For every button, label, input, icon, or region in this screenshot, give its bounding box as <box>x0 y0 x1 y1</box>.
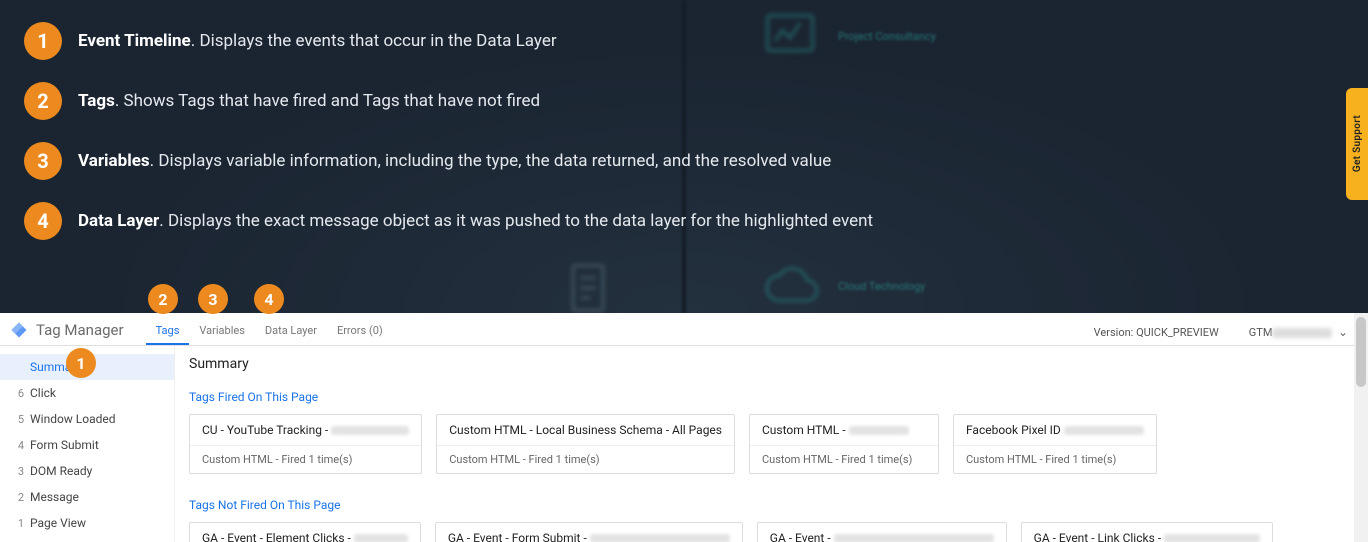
sidebar-idx: 6 <box>10 387 24 400</box>
tab-tags[interactable]: Tags <box>146 324 190 345</box>
redacted-text <box>1164 534 1260 542</box>
notfired-cards: GA - Event - Element Clicks - Google Ana… <box>189 522 1354 542</box>
scrollbar[interactable] <box>1354 313 1368 542</box>
tag-name: GA - Event - <box>770 531 831 542</box>
support-tab-label: Get Support <box>1352 115 1363 172</box>
hero-banner: Project Consultancy Cloud Technology 1 E… <box>0 0 1368 313</box>
sidebar-label: Window Loaded <box>30 412 116 426</box>
tag-card[interactable]: Facebook Pixel ID Custom HTML - Fired 1 … <box>953 414 1157 474</box>
tag-sub: Custom HTML - Fired 1 time(s) <box>437 445 734 473</box>
gtm-main: Summary Tags Fired On This Page CU - You… <box>175 346 1368 542</box>
sidebar-idx: 2 <box>10 491 24 504</box>
callout-title: Tags <box>78 91 115 111</box>
tab-errors[interactable]: Errors (0) <box>327 324 393 345</box>
marker-4: 4 <box>254 284 284 314</box>
sidebar-item[interactable]: 4 Form Submit <box>0 432 174 458</box>
sidebar-idx: 1 <box>10 517 24 530</box>
callout-3: 3 Variables. Displays variable informati… <box>24 142 1368 180</box>
fired-section-label: Tags Fired On This Page <box>189 390 1354 404</box>
gtm-debug-panel: Tag Manager Tags Variables Data Layer Er… <box>0 313 1368 542</box>
gtm-topbar: Tag Manager Tags Variables Data Layer Er… <box>0 313 1368 346</box>
tag-card[interactable]: Custom HTML - Custom HTML - Fired 1 time… <box>749 414 939 474</box>
gtm-logo-icon <box>10 321 28 339</box>
sidebar-label: DOM Ready <box>30 464 92 478</box>
redacted-text <box>834 534 994 542</box>
callout-4: 4 Data Layer. Displays the exact message… <box>24 202 1368 240</box>
sidebar-label: Click <box>30 386 56 400</box>
sidebar-idx: 3 <box>10 465 24 478</box>
gtm-body: Summary 6 Click 5 Window Loaded 4 Form Subm… <box>0 346 1368 542</box>
callout-desc: . Displays variable information, includi… <box>150 151 832 171</box>
sidebar-idx: 4 <box>10 439 24 452</box>
chevron-down-icon: ⌄ <box>1338 325 1348 339</box>
redacted-text <box>331 426 409 435</box>
sidebar-label: Form Submit <box>30 438 99 452</box>
redacted-text <box>590 534 730 542</box>
tag-card[interactable]: GA - Event - Element Clicks - Google Ana… <box>189 522 421 542</box>
fired-cards: CU - YouTube Tracking - Custom HTML - Fi… <box>189 414 1354 474</box>
callout-2: 2 Tags. Shows Tags that have fired and T… <box>24 82 1368 120</box>
tag-name: CU - YouTube Tracking - <box>202 423 328 437</box>
callout-num: 4 <box>24 202 62 240</box>
callout-title: Variables <box>78 151 150 171</box>
callout-list: 1 Event Timeline. Displays the events th… <box>0 0 1368 240</box>
sidebar-item[interactable]: 2 Message <box>0 484 174 510</box>
sidebar-item[interactable]: 1 Page View <box>0 510 174 536</box>
tag-name: GA - Event - Link Clicks - <box>1034 531 1161 542</box>
redacted-text <box>354 534 408 542</box>
callout-desc: . Displays the events that occur in the … <box>191 31 557 51</box>
notfired-section-label: Tags Not Fired On This Page <box>189 498 1354 512</box>
tag-sub: Custom HTML - Fired 1 time(s) <box>190 445 421 473</box>
callout-num: 1 <box>24 22 62 60</box>
tab-variables[interactable]: Variables <box>189 324 255 345</box>
redacted-text <box>1272 328 1332 338</box>
gtm-logo-text: Tag Manager <box>36 321 124 339</box>
container-id[interactable]: GTM ⌄ <box>1249 325 1348 339</box>
sidebar-label: Page View <box>30 516 86 530</box>
tag-sub: Custom HTML - Fired 1 time(s) <box>954 445 1156 473</box>
tag-name: GA - Event - Form Submit - <box>448 531 587 542</box>
redacted-text <box>849 426 909 435</box>
redacted-text <box>1064 426 1144 435</box>
support-tab[interactable]: Get Support <box>1346 88 1368 200</box>
sidebar-idx: 5 <box>10 413 24 426</box>
tag-name: Facebook Pixel ID <box>966 423 1061 437</box>
tag-card[interactable]: GA - Event - Form Submit - Google Analyt… <box>435 522 743 542</box>
sidebar-item[interactable]: 6 Click <box>0 380 174 406</box>
ghost-label: Cloud Technology <box>838 280 925 293</box>
marker-3: 3 <box>198 284 228 314</box>
callout-desc: . Displays the exact message object as i… <box>159 211 873 231</box>
callout-num: 2 <box>24 82 62 120</box>
marker-2: 2 <box>148 284 178 314</box>
tag-card[interactable]: GA - Event - Link Clicks - Google Analyt… <box>1021 522 1273 542</box>
sidebar-item[interactable]: 3 DOM Ready <box>0 458 174 484</box>
callout-num: 3 <box>24 142 62 180</box>
callout-desc: . Shows Tags that have fired and Tags th… <box>115 91 540 111</box>
tag-card[interactable]: GA - Event - Google Analytics - Universa… <box>757 522 1007 542</box>
callout-title: Event Timeline <box>78 31 191 51</box>
gtm-logo[interactable]: Tag Manager <box>10 321 124 345</box>
tag-sub: Custom HTML - Fired 1 time(s) <box>750 445 938 473</box>
scrollbar-thumb[interactable] <box>1356 317 1366 387</box>
tag-card[interactable]: CU - YouTube Tracking - Custom HTML - Fi… <box>189 414 422 474</box>
callout-1: 1 Event Timeline. Displays the events th… <box>24 22 1368 60</box>
tag-name: GA - Event - Element Clicks - <box>202 531 351 542</box>
tab-datalayer[interactable]: Data Layer <box>255 324 327 345</box>
main-title: Summary <box>189 356 1354 372</box>
sidebar-label: Message <box>30 490 79 504</box>
tag-name: Custom HTML - Local Business Schema - Al… <box>449 423 722 437</box>
callout-title: Data Layer <box>78 211 159 231</box>
version-info: Version: QUICK_PREVIEW <box>1094 326 1219 339</box>
gtm-topbar-right: Version: QUICK_PREVIEW GTM ⌄ <box>1094 325 1358 345</box>
tag-name: Custom HTML - <box>762 423 846 437</box>
tag-card[interactable]: Custom HTML - Local Business Schema - Al… <box>436 414 735 474</box>
marker-1: 1 <box>66 348 96 378</box>
sidebar-item[interactable]: 5 Window Loaded <box>0 406 174 432</box>
